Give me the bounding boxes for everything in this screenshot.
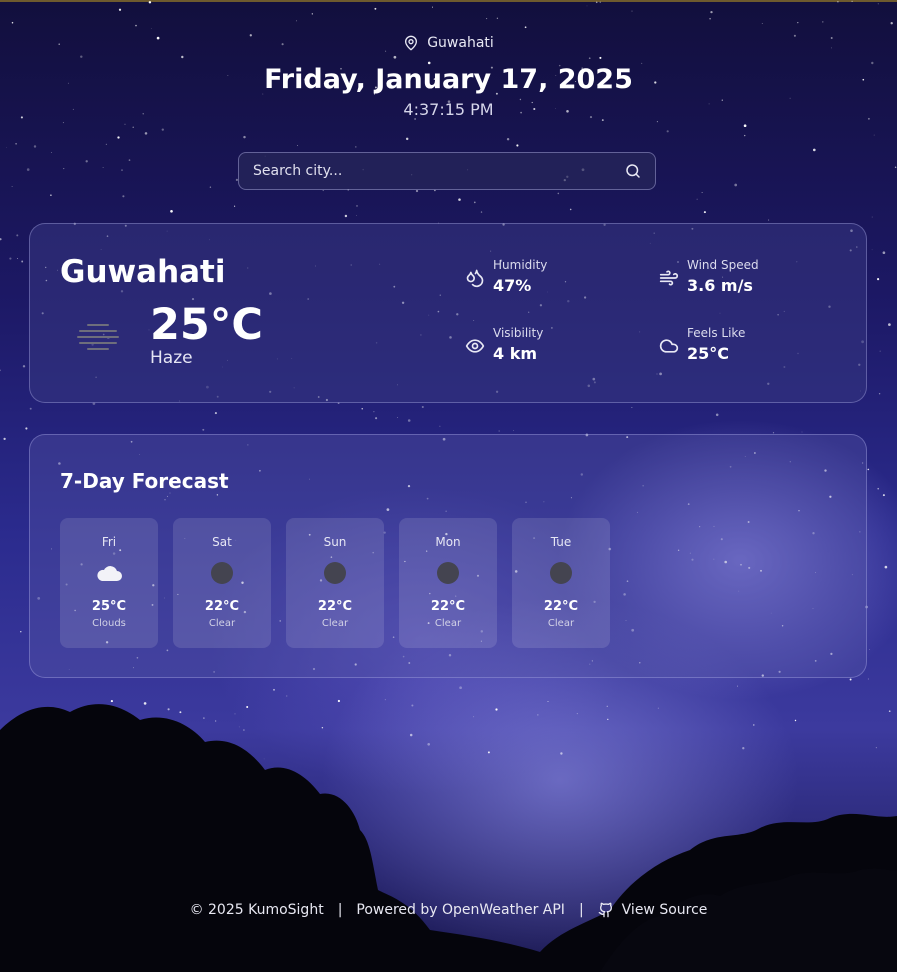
forecast-day-card[interactable]: Tue 22°C Clear xyxy=(512,518,610,648)
haze-icon xyxy=(77,324,119,350)
forecast-day-temp: 22°C xyxy=(204,599,240,614)
footer-separator: | xyxy=(337,902,343,918)
eye-icon xyxy=(465,339,485,353)
current-condition: Haze xyxy=(150,348,193,368)
humidity-stat: Humidity 47% xyxy=(465,258,547,295)
clear-icon xyxy=(547,559,575,587)
forecast-day-temp: 25°C xyxy=(91,599,127,614)
forecast-day-desc: Clouds xyxy=(92,618,126,629)
footer: © 2025 KumoSight | Powered by OpenWeathe… xyxy=(0,902,897,918)
stat-value: 25°C xyxy=(687,344,730,363)
forecast-day-card[interactable]: Sat 22°C Clear xyxy=(173,518,271,648)
forecast-day-card[interactable]: Fri 25°C Clouds xyxy=(60,518,158,648)
forecast-title: 7-Day Forecast xyxy=(60,469,229,493)
tree-silhouette xyxy=(0,704,897,972)
forecast-card: 7-Day Forecast Fri 25°C Clouds Sat 22°C … xyxy=(29,434,867,678)
forecast-day-desc: Clear xyxy=(434,618,462,629)
clouds-icon xyxy=(95,559,123,587)
stat-label: Visibility xyxy=(493,326,544,340)
clear-icon xyxy=(434,559,462,587)
copyright-text: © 2025 KumoSight xyxy=(189,902,324,918)
top-accent-line xyxy=(0,0,897,2)
map-pin-icon xyxy=(405,35,418,51)
forecast-day-desc: Clear xyxy=(321,618,349,629)
forecast-day-name: Tue xyxy=(550,535,572,549)
stat-value: 47% xyxy=(493,276,532,295)
stat-value: 3.6 m/s xyxy=(687,276,753,295)
forecast-day-card[interactable]: Sun 22°C Clear xyxy=(286,518,384,648)
visibility-stat: Visibility 4 km xyxy=(465,326,543,363)
view-source-link[interactable]: View Source xyxy=(598,902,708,918)
forecast-day-name: Sat xyxy=(212,535,232,549)
forecast-day-desc: Clear xyxy=(208,618,236,629)
stat-label: Wind Speed xyxy=(687,258,759,272)
forecast-day-name: Mon xyxy=(435,535,461,549)
forecast-day-temp: 22°C xyxy=(543,599,579,614)
feels-like-stat: Feels Like 25°C xyxy=(659,326,745,363)
clear-icon xyxy=(208,559,236,587)
forecast-day-desc: Clear xyxy=(547,618,575,629)
forecast-day-name: Sun xyxy=(323,535,347,549)
stat-value: 4 km xyxy=(493,344,538,363)
stat-label: Feels Like xyxy=(687,326,746,340)
wind-speed-stat: Wind Speed 3.6 m/s xyxy=(659,258,759,295)
search-input[interactable] xyxy=(239,153,623,189)
current-time: 4:37:15 PM xyxy=(403,100,494,119)
wind-icon xyxy=(659,270,679,286)
forecast-day-temp: 22°C xyxy=(430,599,466,614)
current-temperature: 25°C xyxy=(150,300,263,350)
search-icon[interactable] xyxy=(623,161,643,181)
forecast-days: Fri 25°C Clouds Sat 22°C Clear Sun 22°C … xyxy=(60,518,610,648)
current-date: Friday, January 17, 2025 xyxy=(264,64,633,95)
cloud-icon xyxy=(659,339,679,353)
view-source-label: View Source xyxy=(621,902,708,918)
droplets-icon xyxy=(466,269,484,288)
forecast-day-temp: 22°C xyxy=(317,599,353,614)
search-bar xyxy=(238,152,656,190)
forecast-day-name: Fri xyxy=(101,535,117,549)
forecast-day-card[interactable]: Mon 22°C Clear xyxy=(399,518,497,648)
powered-by-link[interactable]: Powered by OpenWeather API xyxy=(356,902,565,918)
city-name: Guwahati xyxy=(60,254,226,290)
location-name: Guwahati xyxy=(427,35,494,51)
current-weather-card: Guwahati 25°C Haze Humidity 47% Wind Spe… xyxy=(29,223,867,403)
github-icon xyxy=(598,902,612,918)
location-header: Guwahati xyxy=(0,34,897,52)
footer-separator: | xyxy=(578,902,584,918)
clear-icon xyxy=(321,559,349,587)
stat-label: Humidity xyxy=(493,258,548,272)
